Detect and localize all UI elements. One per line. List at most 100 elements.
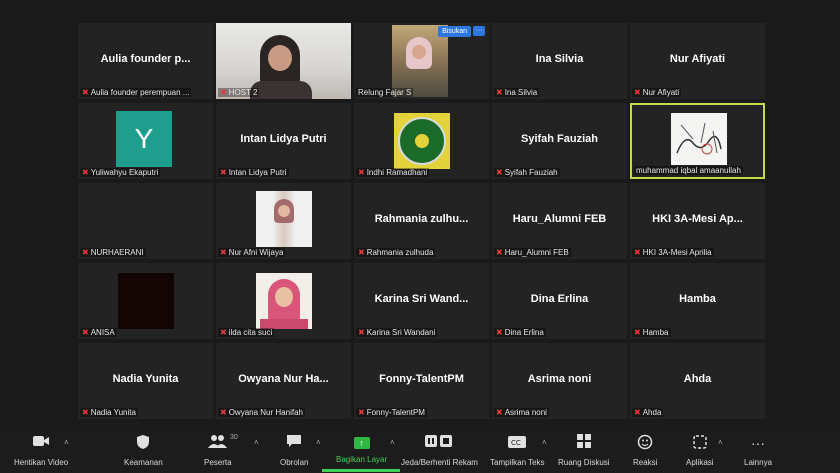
participant-tile[interactable]: ✖ ANISA [78, 263, 213, 339]
participant-name: Ahda [683, 373, 712, 385]
participant-tile[interactable]: Rahmania zulhu... ✖ Rahmania zulhuda [354, 183, 489, 259]
more-options-icon[interactable]: ··· [473, 26, 485, 36]
participant-name: HKI 3A-Mesi Ap... [652, 213, 743, 225]
participant-tile[interactable]: Haru_Alumni FEB ✖ Haru_Alumni FEB [492, 183, 627, 259]
reactions-button[interactable]: Reaksi [633, 434, 657, 467]
mic-muted-icon: ✖ [496, 328, 503, 337]
mic-muted-icon: ✖ [634, 328, 641, 337]
video-camera-icon [32, 434, 50, 452]
participant-tile[interactable]: Y ✖ Yuliwahyu Ekaputri [78, 103, 213, 179]
mic-muted-icon: ✖ [82, 88, 89, 97]
participant-tile[interactable]: Fonny-TalentPM ✖ Fonny-TalentPM [354, 343, 489, 419]
participant-label: ✖ Hamba [632, 328, 671, 337]
show-captions-button[interactable]: CC Tampilkan Teks [490, 434, 545, 467]
chat-caret-icon[interactable]: ˄ [316, 438, 321, 447]
participant-label: ✖ Dina Erlina [494, 328, 546, 337]
participant-tile[interactable]: Nadia Yunita ✖ Nadia Yunita [78, 343, 213, 419]
share-caret-icon[interactable]: ˄ [390, 438, 395, 447]
participant-tile[interactable]: ✖ Nur Afni Wijaya [216, 183, 351, 259]
participant-label: ✖ HOST 2 [218, 88, 260, 97]
participant-label: ✖ ilda cita suci [218, 328, 275, 337]
participant-label: ✖ Owyana Nur Hanifah [218, 408, 305, 417]
mic-muted-icon: ✖ [634, 408, 641, 417]
svg-text:CC: CC [511, 439, 521, 447]
video-options-caret-icon[interactable]: ˄ [64, 438, 69, 447]
participant-tile[interactable]: Intan Lidya Putri ✖ Intan Lidya Putri [216, 103, 351, 179]
participant-label: ✖ Ina Silvia [494, 88, 540, 97]
participant-photo [256, 273, 312, 329]
participant-tile[interactable]: Owyana Nur Ha... ✖ Owyana Nur Hanifah [216, 343, 351, 419]
participants-button[interactable]: Peserta [204, 434, 232, 467]
apps-button[interactable]: Aplikasi [686, 434, 714, 467]
participant-tile[interactable]: ✖ ilda cita suci [216, 263, 351, 339]
participant-tile[interactable]: Ahda ✖ Ahda [630, 343, 765, 419]
participant-count: 30 [230, 434, 238, 441]
share-screen-active-indicator [322, 469, 400, 472]
participant-tile[interactable]: HKI 3A-Mesi Ap... ✖ HKI 3A-Mesi Aprilia [630, 183, 765, 259]
mic-muted-icon: ✖ [634, 88, 641, 97]
participant-label: ✖ NURHAERANI [80, 248, 146, 257]
participant-tile[interactable]: ✖ NURHAERANI [78, 183, 213, 259]
more-button[interactable]: ··· Lainnya [744, 434, 772, 467]
chat-icon [286, 434, 302, 452]
participant-label: ✖ Fonny-TalentPM [356, 408, 427, 417]
participants-caret-icon[interactable]: ˄ [254, 438, 259, 447]
participant-label: ✖ Aulia founder perempuan ... [80, 88, 192, 97]
participant-name: Aulia founder p... [100, 53, 191, 65]
participant-label: ✖ Karina Sri Wandani [356, 328, 438, 337]
participant-tile[interactable]: Karina Sri Wand... ✖ Karina Sri Wandani [354, 263, 489, 339]
participant-label: ✖ Syifah Fauziah [494, 168, 560, 177]
mic-muted-icon: ✖ [358, 408, 365, 417]
participant-name: Syifah Fauziah [520, 133, 599, 145]
participant-tile[interactable]: Nur Afiyati ✖ Nur Afiyati [630, 23, 765, 99]
participant-name: Haru_Alumni FEB [512, 213, 607, 225]
mic-muted-icon: ✖ [496, 88, 503, 97]
participant-photo [118, 273, 174, 329]
participant-tile[interactable]: Hamba ✖ Hamba [630, 263, 765, 339]
participant-label: ✖ Nur Afni Wijaya [218, 248, 286, 257]
share-screen-icon: ↑ [353, 437, 370, 449]
participant-label: muhammad iqbal amaanullah [634, 166, 743, 175]
captions-caret-icon[interactable]: ˄ [542, 438, 547, 447]
participant-name: Rahmania zulhu... [374, 213, 469, 225]
participant-tile[interactable]: Bisukan ··· Relung Fajar S [354, 23, 489, 99]
security-button[interactable]: Keamanan [124, 434, 163, 467]
mic-muted-icon: ✖ [220, 408, 227, 417]
apps-caret-icon[interactable]: ˄ [718, 438, 723, 447]
participant-name: Hamba [679, 293, 716, 305]
active-speaker-tile[interactable]: muhammad iqbal amaanullah [630, 103, 765, 179]
participant-label: ✖ Ahda [632, 408, 664, 417]
share-screen-button[interactable]: ↑ Bagikan Layar [336, 434, 387, 464]
participant-tile[interactable]: Syifah Fauziah ✖ Syifah Fauziah [492, 103, 627, 179]
stop-video-button[interactable]: Hentikan Video [14, 434, 68, 467]
university-logo-icon [394, 113, 450, 169]
sketch-image [671, 113, 727, 165]
participant-grid: Aulia founder p... ✖ Aulia founder peremp… [78, 23, 768, 421]
participant-tile[interactable]: Dina Erlina ✖ Dina Erlina [492, 263, 627, 339]
participant-tile[interactable]: ✖ HOST 2 [216, 23, 351, 99]
participant-tile[interactable]: Ina Silvia ✖ Ina Silvia [492, 23, 627, 99]
mic-muted-icon: ✖ [220, 88, 227, 97]
participant-label: ✖ HKI 3A-Mesi Aprilia [632, 248, 714, 257]
pause-stop-record-button[interactable]: Jeda/Berhenti Rekam [401, 434, 478, 467]
participant-name: Fonny-TalentPM [379, 373, 464, 385]
captions-icon: CC [508, 434, 527, 452]
more-icon: ··· [751, 435, 766, 451]
participant-name: Owyana Nur Ha... [238, 373, 329, 385]
participant-tile[interactable]: Asrima noni ✖ Asrima noni [492, 343, 627, 419]
mic-muted-icon: ✖ [358, 168, 365, 177]
participant-label: ✖ Indhi Ramadhani [356, 168, 430, 177]
mic-muted-icon: ✖ [82, 328, 89, 337]
participant-tile[interactable]: Aulia founder p... ✖ Aulia founder peremp… [78, 23, 213, 99]
participant-name: Ina Silvia [535, 53, 584, 65]
participants-icon [207, 434, 228, 452]
participant-tile[interactable]: ✖ Indhi Ramadhani [354, 103, 489, 179]
mic-muted-icon: ✖ [358, 248, 365, 257]
participant-name: Nadia Yunita [112, 373, 179, 385]
participant-label: ✖ Nur Afiyati [632, 88, 682, 97]
breakout-rooms-button[interactable]: Ruang Diskusi [558, 434, 610, 467]
chat-button[interactable]: Obrolan [280, 434, 308, 467]
mic-muted-icon: ✖ [220, 168, 227, 177]
participant-label: ✖ Yuliwahyu Ekaputri [80, 168, 161, 177]
mute-badge[interactable]: Bisukan [438, 26, 471, 37]
